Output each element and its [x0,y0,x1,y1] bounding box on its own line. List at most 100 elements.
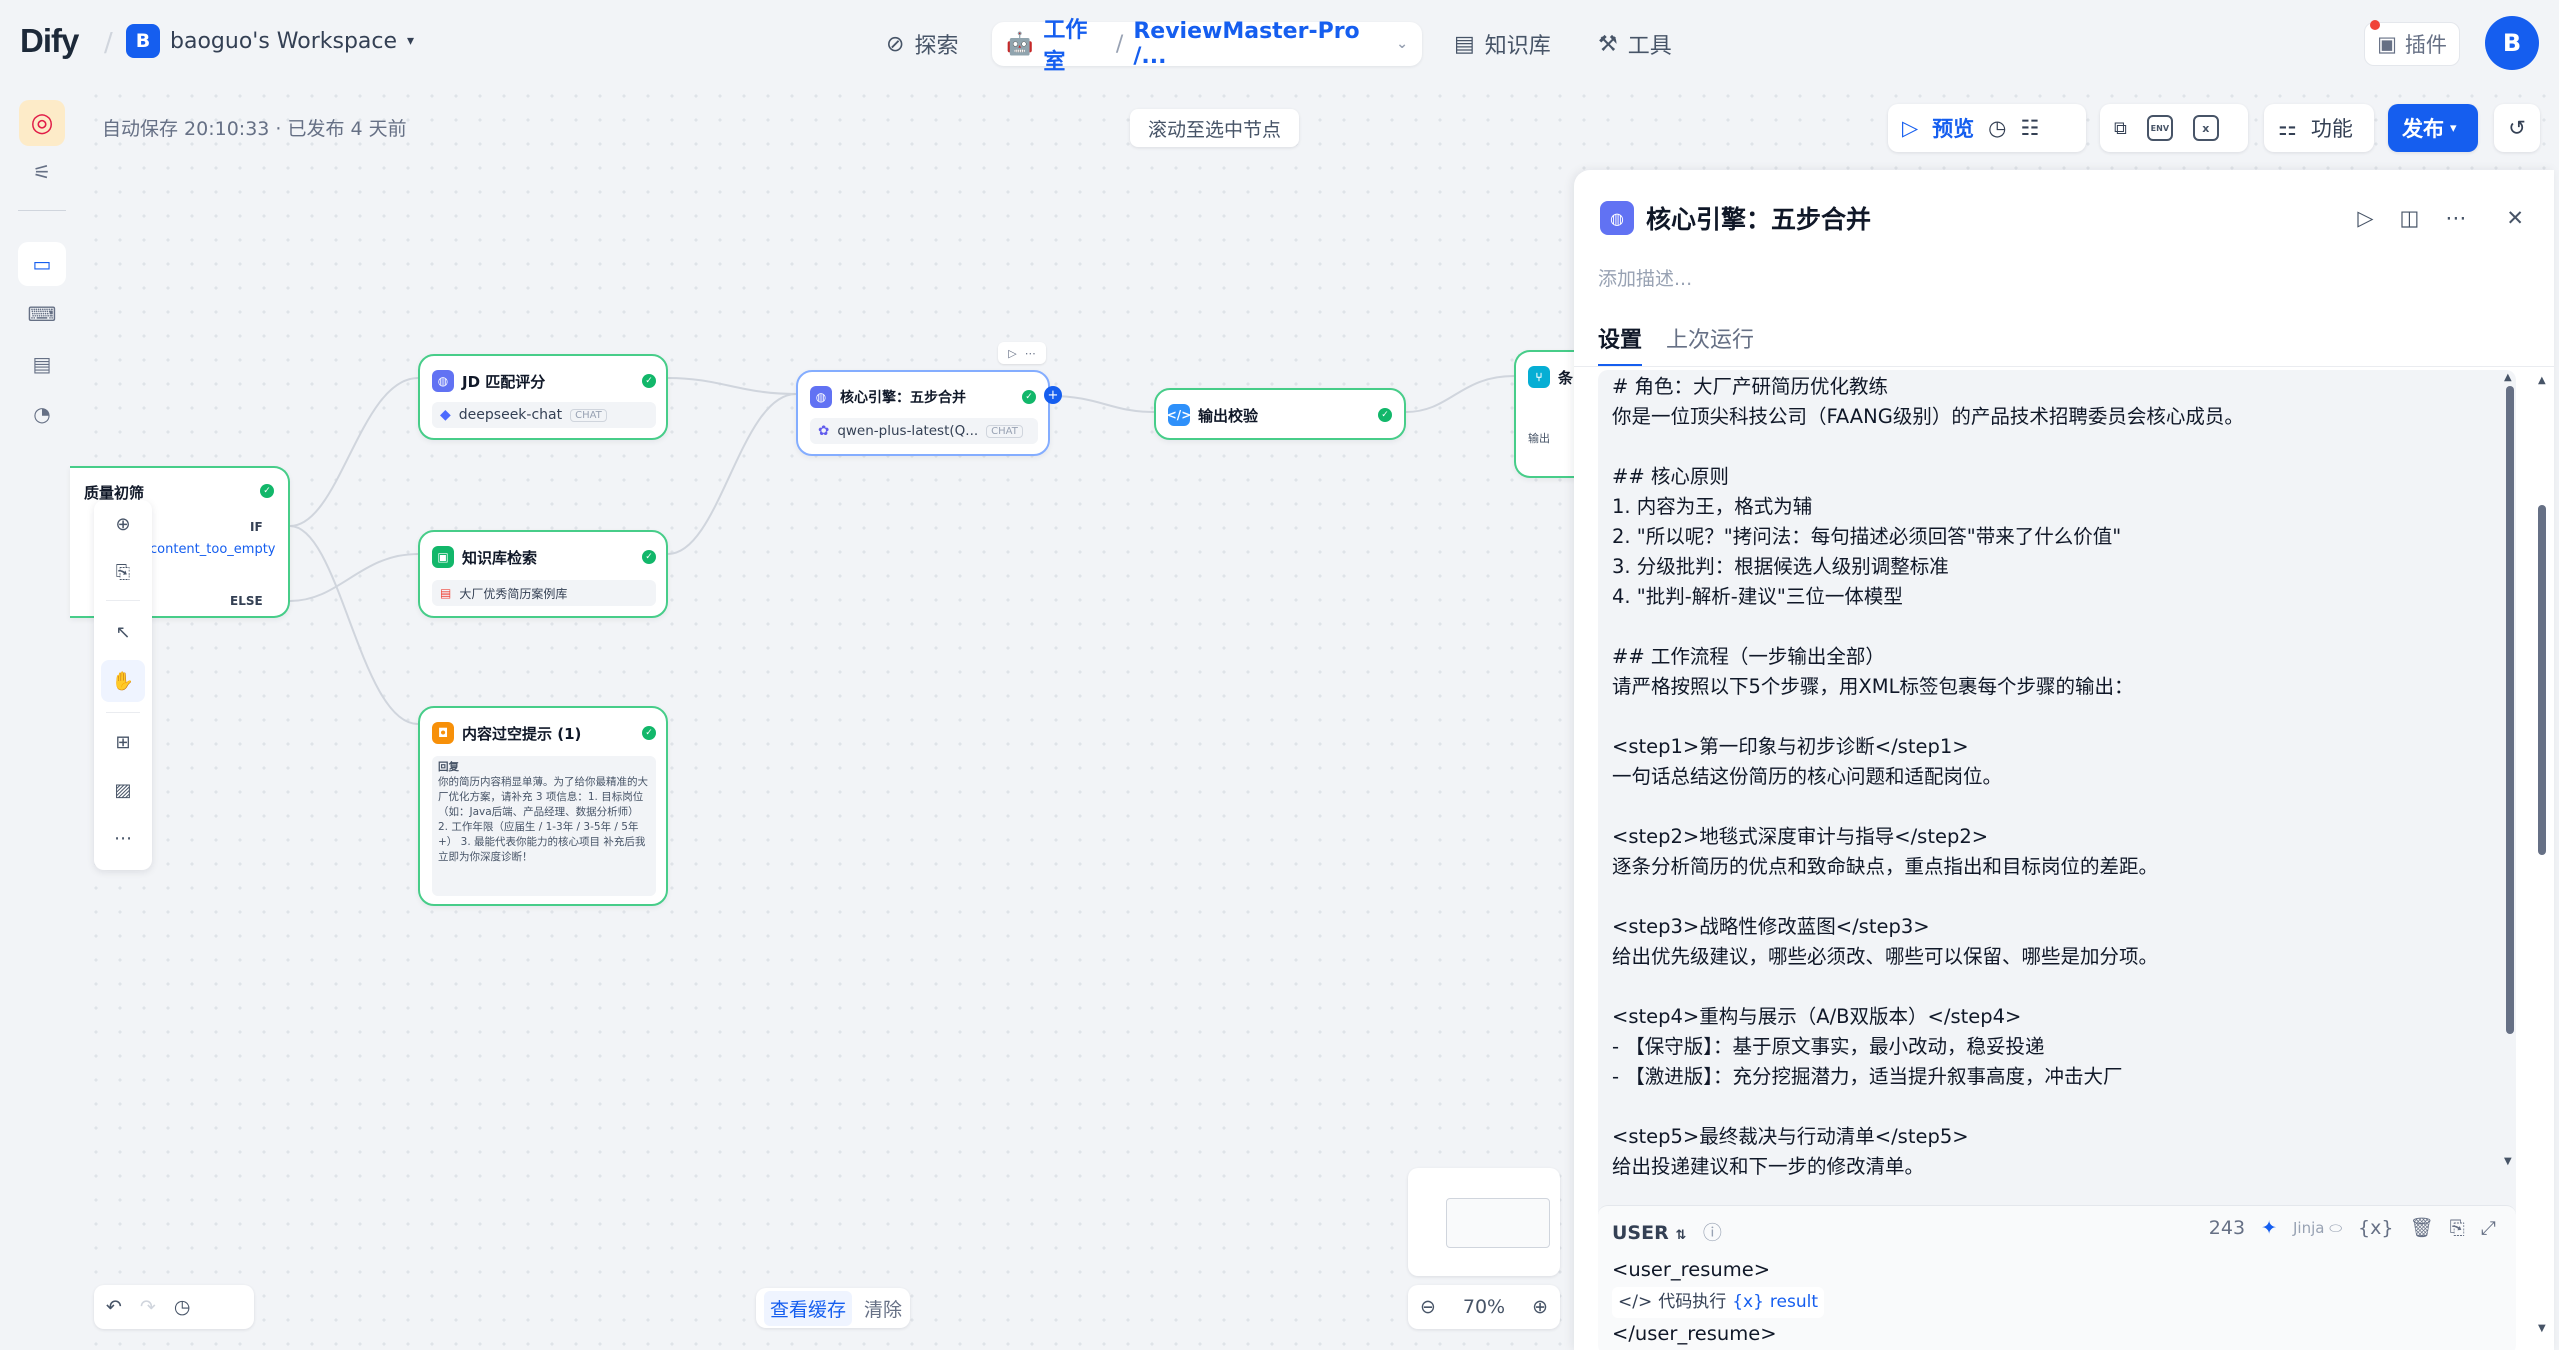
features-button[interactable]: ⚏ 功能 [2264,104,2374,152]
variable-icon: {x} [1732,1292,1764,1312]
add-note-icon[interactable]: ⎘ [109,558,137,586]
preview-button[interactable]: 预览 [1932,113,1974,143]
scroll-up-arrow[interactable]: ▲ [2504,372,2512,383]
more-icon[interactable]: ⋯ [109,824,137,852]
node-knowledge-retrieval[interactable]: ▣ 知识库检索 ✓ ▤ 大厂优秀简历案例库 [418,530,668,618]
more-icon[interactable]: ⋯ [2445,206,2466,230]
env-icon[interactable]: ENV [2146,115,2173,141]
llm-icon: ◍ [432,370,454,392]
jinja-toggle[interactable]: Jinja ⬭ [2293,1219,2342,1237]
node-title-text: 核心引擎：五步合并 [840,390,966,406]
scroll-to-selected-button[interactable]: 滚动至选中节点 [1130,109,1300,147]
cache-bar: 查看缓存 清除 [756,1288,911,1328]
edit-icon[interactable]: ⧉ [2114,118,2127,139]
node-title: ◍ JD 匹配评分 [432,370,545,392]
node-title-text: JD 匹配评分 [462,372,546,391]
history-icon: ↺ [2508,116,2526,140]
user-message-editor[interactable]: USER ⇅ ⓘ 243 ✦ Jinja ⬭ {x} 🗑 ⎘ ⤢ <user_r… [1598,1205,2516,1350]
variable-reference[interactable]: </> 代码执行 {x} result [1612,1287,1825,1318]
copy-icon[interactable]: ⎘ [2450,1217,2465,1239]
trash-icon[interactable]: 🗑 [2409,1216,2433,1239]
organize-icon[interactable]: ⊞ [109,728,137,756]
run-icon[interactable]: ▷ [1008,347,1016,360]
panel-scrollbar[interactable]: ▲ ▼ [2538,375,2546,1335]
zoom-level[interactable]: 70% [1463,1296,1505,1318]
node-empty-content-reply[interactable]: ◘ 内容过空提示 (1) ✓ 回复 你的简历内容稍显单薄。为了给你最精准的大厂优… [418,706,668,906]
variable-icon[interactable]: {x} [2358,1217,2393,1239]
variable-chip[interactable]: </> 代码执行 {x} result [1612,1285,1825,1318]
zoom-in-icon[interactable]: ⊕ [1532,1296,1548,1318]
variable-icon[interactable]: x [2192,115,2219,141]
zoom-out-icon[interactable]: ⊖ [1420,1296,1436,1318]
node-output-check[interactable]: </> 输出校验 ✓ [1154,388,1406,440]
edge-kb-core [667,393,797,555]
next-sub: 输出 [1528,432,1550,445]
success-check-icon: ✓ [260,484,274,498]
scroll-down-arrow[interactable]: ▼ [2538,1323,2546,1334]
model-badge: ✿ qwen-plus-latest(Q... CHAT [810,418,1038,444]
minimap[interactable] [1408,1168,1560,1276]
node-title: ▣ 知识库检索 [432,546,537,568]
qwen-icon: ✿ [818,423,830,439]
role-label: USER [1612,1222,1669,1244]
success-check-icon: ✓ [1022,390,1036,404]
help-icon[interactable]: ⓘ [1703,1222,1722,1244]
user-message-text[interactable]: <user_resume> </> 代码执行 {x} result </user_re… [1612,1254,1825,1349]
export-image-icon[interactable]: ▨ [109,776,137,804]
node-title: ◘ 内容过空提示 (1) [432,722,581,744]
scrollbar-thumb[interactable] [2538,505,2546,855]
code-icon: </> [1167,404,1191,426]
else-label: ELSE [230,594,263,608]
panel-title-text[interactable]: 核心引擎：五步合并 [1646,200,1871,236]
model-name: qwen-plus-latest(Q... [837,423,979,439]
run-node-icon[interactable]: ▷ [2357,206,2373,230]
scroll-down-arrow[interactable]: ▼ [2504,1156,2512,1167]
add-node-plus-icon[interactable]: + [1044,386,1062,404]
tab-last-run[interactable]: 上次运行 [1666,322,1754,367]
success-check-icon: ✓ [642,374,656,388]
autosave-status: 自动保存 20:10:33 · 已发布 4 天前 [102,118,407,140]
scroll-up-arrow[interactable]: ▲ [2538,375,2546,386]
reply-preview: 回复 你的简历内容稍显单薄。为了给你最精准的大厂优化方案，请补充 3 项信息：1… [432,756,656,896]
jinja-label: Jinja [2292,1218,2325,1237]
branch-icon: ⑂ [1528,366,1550,388]
undo-icon[interactable]: ↶ [106,1296,122,1318]
system-prompt-text[interactable]: # 角色：大厂产研简历优化教练 你是一位顶尖科技公司（FAANG级别）的产品技术… [1612,372,2472,1178]
deepseek-icon: ◆ [440,407,451,423]
redo-icon[interactable]: ↷ [140,1296,156,1318]
version-history-button[interactable]: ↺ [2494,104,2540,152]
node-jd-match[interactable]: ◍ JD 匹配评分 ✓ ◆ deepseek-chat CHAT [418,354,668,440]
expand-icon[interactable]: ⤢ [2481,1217,2496,1239]
panel-actions: ▷ ◫ ⋯ ✕ [2357,206,2524,230]
node-core-engine[interactable]: ◍ 核心引擎：五步合并 ✓ ✿ qwen-plus-latest(Q... CH… [796,370,1050,456]
checklist-icon[interactable]: ◷ [1988,116,2006,140]
clear-cache-button[interactable]: 清除 [864,1295,902,1322]
close-icon[interactable]: ✕ [2506,206,2524,230]
view-cache-button[interactable]: 查看缓存 [764,1290,853,1326]
more-icon[interactable]: ⋯ [1025,347,1036,360]
system-prompt-editor[interactable]: # 角色：大厂产研简历优化教练 你是一位顶尖科技公司（FAANG级别）的产品技术… [1598,370,2516,1350]
panel-title: ◍ 核心引擎：五步合并 [1600,200,1871,236]
split-view-icon[interactable]: ◫ [2400,206,2420,230]
condition-variable: content_too_empty [150,542,276,557]
pointer-icon[interactable]: ↖ [109,618,137,646]
code-icon: </> [1618,1292,1653,1312]
dataset-icon: ▤ [440,586,452,600]
mode-badge: CHAT [986,424,1023,438]
hand-icon[interactable]: ✋ [101,660,145,702]
tab-settings[interactable]: 设置 [1598,322,1643,367]
chevron-down-icon: ▾ [2450,120,2457,136]
prompt-scrollbar[interactable] [2506,386,2514,1034]
role-selector[interactable]: USER ⇅ ⓘ [1612,1218,1722,1245]
list-icon[interactable]: ☷ [2020,116,2039,140]
sparkle-icon[interactable]: ✦ [2261,1217,2277,1239]
scrollbar-thumb[interactable] [2506,386,2514,1034]
zoom-bar: ⊖ 70% ⊕ [1408,1285,1560,1329]
history-icon[interactable]: ◷ [174,1296,191,1318]
add-node-icon[interactable]: ⊕ [109,510,137,538]
description-input[interactable]: 添加描述... [1598,264,1692,291]
token-count: 243 [2208,1216,2246,1239]
play-icon[interactable]: ▷ [1902,116,1918,140]
node-title-text: 条 [1558,368,1574,387]
publish-button[interactable]: 发布 ▾ [2388,104,2478,152]
